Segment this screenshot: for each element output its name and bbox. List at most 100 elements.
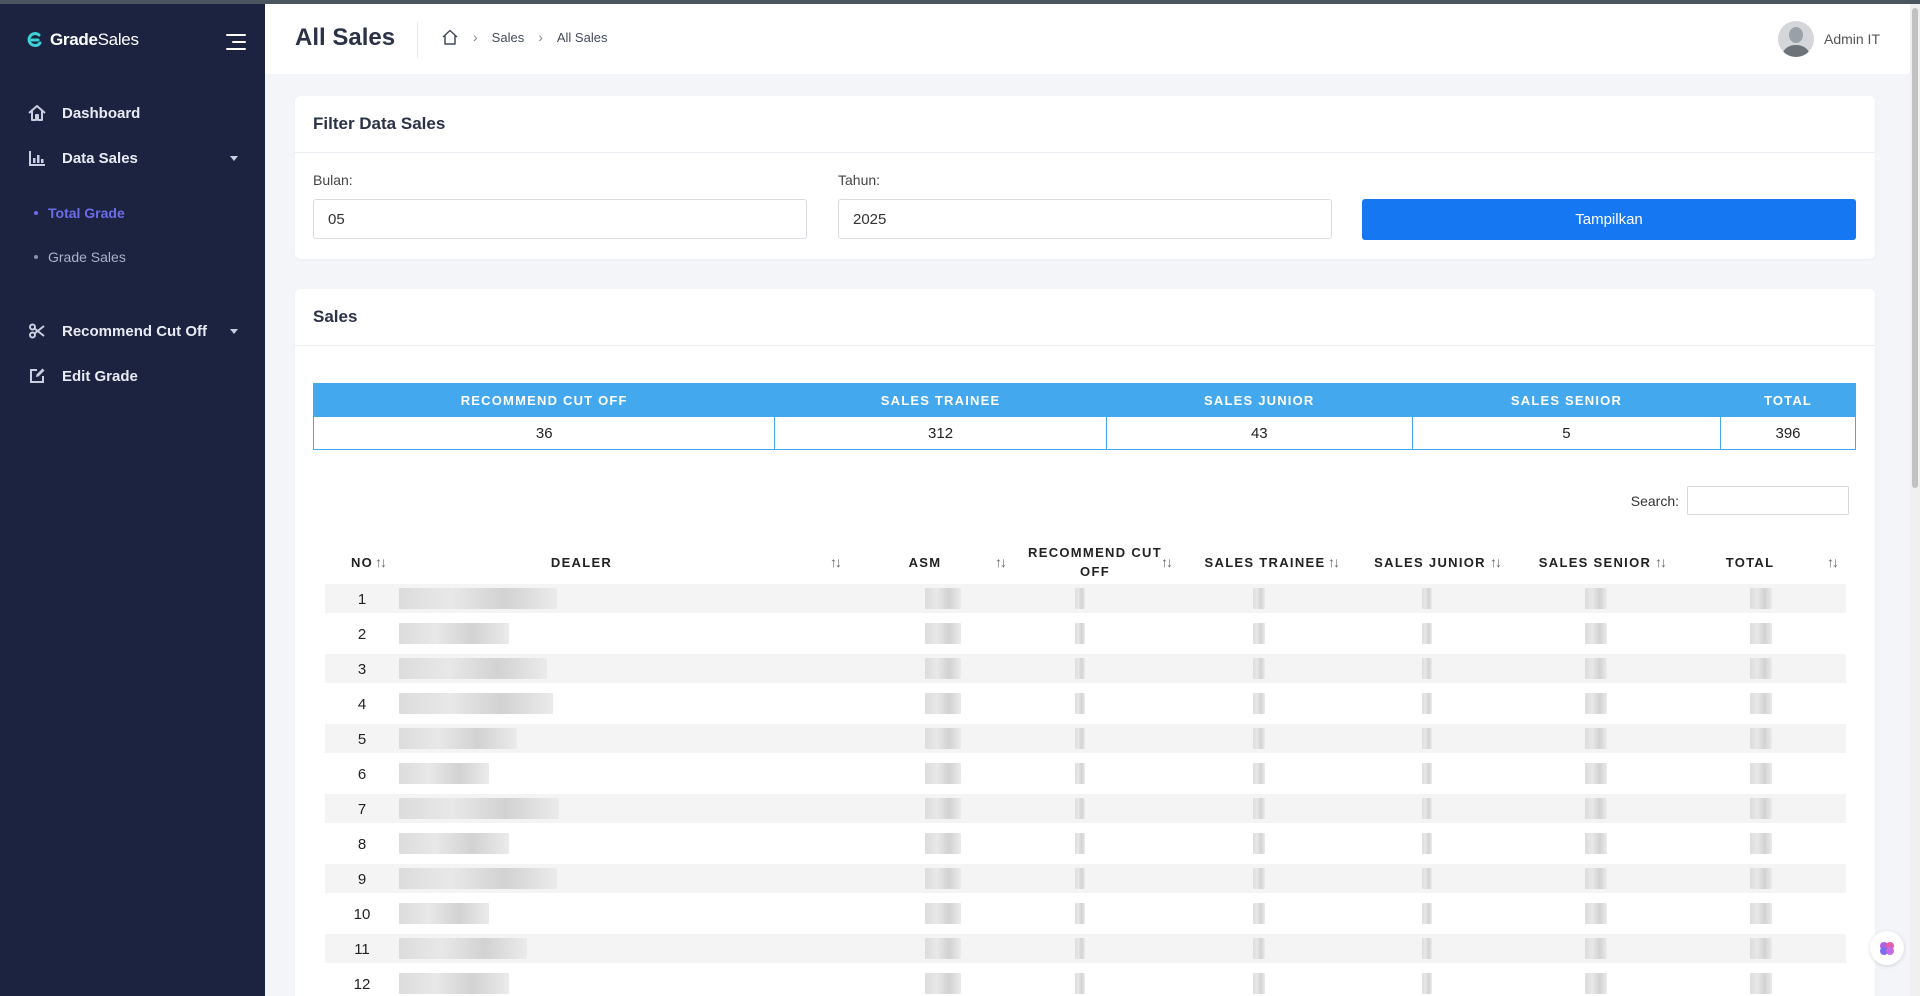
breadcrumb-item[interactable]: Sales xyxy=(492,30,525,45)
redacted-cell xyxy=(1253,623,1265,644)
sort-icon[interactable]: ↑↓ xyxy=(375,554,387,570)
row-number: 6 xyxy=(357,766,367,783)
redacted-cell xyxy=(1750,868,1772,889)
redacted-cell xyxy=(1585,763,1607,784)
redacted-cell xyxy=(399,588,557,609)
bullet-icon xyxy=(34,211,38,215)
redacted-cell xyxy=(925,973,961,994)
sidebar-item-recommend-cut-off[interactable]: Recommend Cut Off xyxy=(28,322,238,340)
sidebar-item-dashboard[interactable]: Dashboard xyxy=(28,104,238,122)
avatar xyxy=(1777,21,1814,57)
redacted-cell xyxy=(925,623,961,644)
redacted-cell xyxy=(925,658,961,679)
column-header-recommend-cut-off[interactable]: RECOMMEND CUT OFF xyxy=(1020,539,1170,585)
menu-toggle-icon[interactable] xyxy=(226,34,246,50)
caret-down-icon xyxy=(230,156,238,161)
year-input[interactable] xyxy=(838,199,1332,239)
year-label: Tahun: xyxy=(838,172,881,188)
row-number: 11 xyxy=(354,941,370,958)
column-header-total[interactable]: TOTAL xyxy=(1685,539,1815,585)
sort-icon[interactable]: ↑↓ xyxy=(1328,554,1340,570)
summary-header: SALES TRAINEE xyxy=(774,383,1107,417)
redacted-cell xyxy=(1585,588,1607,609)
sidebar-item-label: Recommend Cut Off xyxy=(62,322,208,340)
redacted-cell xyxy=(1750,938,1772,959)
redacted-cell xyxy=(925,728,961,749)
row-number: 1 xyxy=(357,591,367,608)
column-header-asm[interactable]: ASM xyxy=(855,539,995,585)
logo-icon xyxy=(27,32,42,48)
redacted-cell xyxy=(1585,728,1607,749)
redacted-cell xyxy=(925,938,961,959)
sidebar-item-label: Edit Grade xyxy=(62,367,138,385)
table-row: 10 xyxy=(325,899,1846,928)
page-scrollbar[interactable] xyxy=(1910,4,1920,996)
user-menu[interactable]: Admin IT xyxy=(1777,21,1880,57)
assistant-button[interactable] xyxy=(1870,931,1904,965)
redacted-cell xyxy=(399,693,553,714)
redacted-cell xyxy=(399,623,509,644)
redacted-cell xyxy=(399,973,509,994)
table-row: 12 xyxy=(325,969,1846,996)
search-input[interactable] xyxy=(1687,486,1849,515)
redacted-cell xyxy=(1422,658,1432,679)
row-number: 2 xyxy=(357,626,367,643)
redacted-cell xyxy=(1253,763,1265,784)
summary-header: RECOMMEND CUT OFF xyxy=(312,383,776,417)
redacted-cell xyxy=(1750,658,1772,679)
top-border xyxy=(0,0,1920,4)
row-number: 7 xyxy=(357,801,367,818)
redacted-cell xyxy=(1253,868,1265,889)
table-row: 11 xyxy=(325,934,1846,963)
row-number: 5 xyxy=(357,731,367,748)
redacted-cell xyxy=(1075,763,1085,784)
redacted-cell xyxy=(1422,763,1432,784)
column-header-no[interactable]: NO xyxy=(325,539,399,585)
breadcrumb-item-current: All Sales xyxy=(556,29,608,45)
redacted-cell xyxy=(1075,728,1085,749)
sales-card: Sales RECOMMEND CUT OFF SALES TRAINEE SA… xyxy=(295,289,1875,996)
sidebar-item-edit-grade[interactable]: Edit Grade xyxy=(28,367,238,385)
scrollbar-thumb[interactable] xyxy=(1912,8,1918,488)
sort-icon[interactable]: ↑↓ xyxy=(1827,554,1839,570)
column-header-sales-trainee[interactable]: SALES TRAINEE xyxy=(1185,539,1345,585)
card-divider xyxy=(295,152,1875,153)
column-header-sales-senior[interactable]: SALES SENIOR xyxy=(1520,539,1670,585)
filter-card: Filter Data Sales Bulan: Tahun: Tampilka… xyxy=(295,96,1875,259)
show-button[interactable]: Tampilkan xyxy=(1362,199,1856,240)
sidebar-subitem-total-grade[interactable]: Total Grade xyxy=(34,205,125,221)
home-icon[interactable] xyxy=(441,28,459,46)
sidebar-subitem-grade-sales[interactable]: Grade Sales xyxy=(34,249,126,265)
bullet-icon xyxy=(34,255,38,259)
sort-icon[interactable]: ↑↓ xyxy=(1490,554,1502,570)
breadcrumb: › Sales › All Sales xyxy=(441,28,607,46)
redacted-cell xyxy=(1422,693,1432,714)
summary-value: 43 xyxy=(1105,416,1413,450)
row-number: 8 xyxy=(357,836,367,853)
month-label: Bulan: xyxy=(313,172,353,188)
month-input[interactable] xyxy=(313,199,807,239)
redacted-cell xyxy=(1585,798,1607,819)
redacted-cell xyxy=(1253,833,1265,854)
table-row: 8 xyxy=(325,829,1846,858)
redacted-cell xyxy=(1253,728,1265,749)
column-header-dealer[interactable]: DEALER xyxy=(399,539,764,585)
column-header-sales-junior[interactable]: SALES JUNIOR xyxy=(1355,539,1505,585)
table-row: 5 xyxy=(325,724,1846,753)
summary-header: SALES JUNIOR xyxy=(1105,383,1413,417)
redacted-cell xyxy=(399,903,489,924)
sort-icon[interactable]: ↑↓ xyxy=(1655,554,1667,570)
summary-value: 5 xyxy=(1411,416,1722,450)
redacted-cell xyxy=(1585,973,1607,994)
sidebar-item-data-sales[interactable]: Data Sales xyxy=(28,149,238,167)
sort-icon[interactable]: ↑↓ xyxy=(1161,554,1173,570)
table-row: 1 xyxy=(325,584,1846,613)
sort-icon[interactable]: ↑↓ xyxy=(830,554,842,570)
redacted-cell xyxy=(399,833,509,854)
redacted-cell xyxy=(1075,693,1085,714)
redacted-cell xyxy=(1585,938,1607,959)
redacted-cell xyxy=(925,868,961,889)
sort-icon[interactable]: ↑↓ xyxy=(995,554,1007,570)
brand[interactable]: GradeSales xyxy=(26,30,139,50)
redacted-cell xyxy=(1750,798,1772,819)
